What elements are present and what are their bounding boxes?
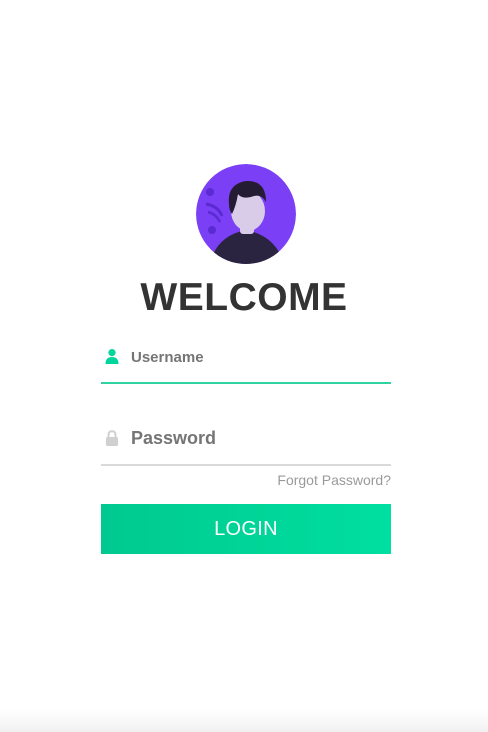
user-avatar-icon <box>196 164 296 264</box>
lock-icon <box>104 430 120 446</box>
login-button[interactable]: LOGIN <box>101 504 391 554</box>
password-input[interactable] <box>131 425 386 451</box>
forgot-password-link[interactable]: Forgot Password? <box>277 472 391 488</box>
page-title: WELCOME <box>140 276 348 319</box>
bottom-fade <box>0 710 488 732</box>
user-icon <box>104 348 120 364</box>
username-input[interactable] <box>131 344 386 370</box>
username-field[interactable] <box>101 344 391 384</box>
password-field[interactable] <box>101 425 391 466</box>
login-page: WELCOME Forgot Password? LOGIN <box>0 0 488 732</box>
